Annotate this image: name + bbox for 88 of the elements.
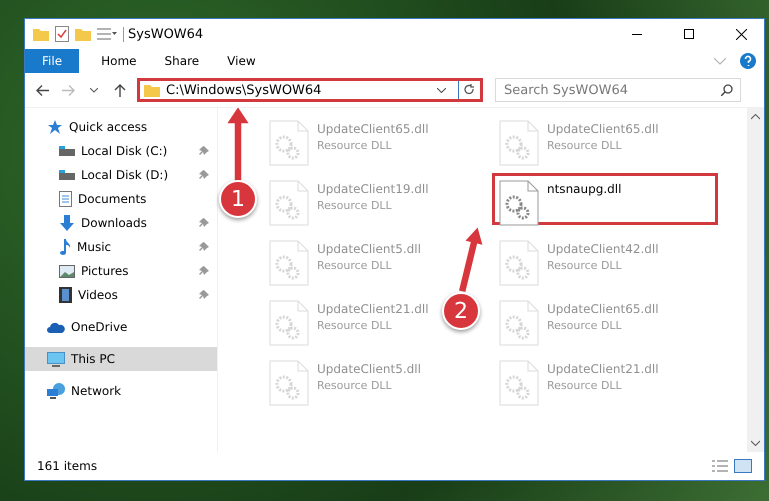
properties-icon bbox=[55, 26, 69, 42]
film-icon bbox=[59, 287, 72, 303]
drive-icon bbox=[59, 146, 75, 156]
sidebar-item[interactable]: OneDrive bbox=[25, 315, 217, 339]
file-name: UpdateClient65.dll bbox=[317, 122, 429, 136]
sidebar-item[interactable]: Quick access bbox=[25, 115, 217, 139]
file-name: UpdateClient65.dll bbox=[547, 122, 659, 136]
pin-icon bbox=[199, 266, 209, 276]
refresh-icon bbox=[464, 84, 475, 96]
scroll-up-icon bbox=[751, 114, 760, 120]
ribbon-tab[interactable]: Share bbox=[150, 49, 214, 73]
sidebar-item[interactable]: Downloads bbox=[25, 211, 217, 235]
picture-icon bbox=[59, 264, 75, 278]
maximize-icon bbox=[684, 29, 694, 39]
pin-icon bbox=[199, 218, 209, 228]
pin-icon bbox=[199, 290, 209, 300]
monitor-icon bbox=[47, 352, 65, 366]
scroll-down-icon bbox=[751, 440, 760, 446]
new-folder-icon bbox=[75, 27, 91, 41]
address-path: C:\Windows\SysWOW64 bbox=[166, 82, 322, 98]
file-name: UpdateClient5.dll bbox=[317, 362, 421, 376]
help-icon bbox=[740, 53, 756, 69]
window-title: SysWOW64 bbox=[123, 26, 608, 42]
sidebar-item[interactable]: Music bbox=[25, 235, 217, 259]
sidebar-item[interactable]: Local Disk (D:) bbox=[25, 163, 217, 187]
file-name: UpdateClient65.dll bbox=[547, 302, 659, 316]
item-count: 161 items bbox=[37, 459, 98, 473]
file-name: UpdateClient21.dll bbox=[547, 362, 659, 376]
gear-file-icon bbox=[269, 180, 309, 226]
sidebar-item[interactable]: Local Disk (C:) bbox=[25, 139, 217, 163]
forward-arrow-icon bbox=[62, 84, 74, 96]
file-type: Resource DLL bbox=[317, 379, 393, 392]
sidebar-item[interactable]: Documents bbox=[25, 187, 217, 211]
ribbon-tab[interactable]: File bbox=[25, 49, 80, 73]
file-name: UpdateClient42.dll bbox=[547, 242, 659, 256]
sidebar-item[interactable]: This PC bbox=[25, 347, 217, 371]
drive-icon bbox=[59, 170, 75, 180]
file-type: Resource DLL bbox=[547, 319, 623, 332]
scrollbar[interactable] bbox=[747, 108, 764, 452]
details-view-icon bbox=[712, 460, 728, 472]
file-type: Resource DLL bbox=[317, 259, 393, 272]
star-icon bbox=[47, 119, 63, 135]
address-field[interactable]: C:\Windows\SysWOW64 bbox=[137, 78, 483, 102]
gear-file-icon bbox=[499, 120, 539, 166]
file-name: UpdateClient21.dll bbox=[317, 302, 429, 316]
chevron-down-icon bbox=[714, 58, 726, 64]
file-type: Resource DLL bbox=[317, 319, 393, 332]
music-note-icon bbox=[59, 239, 71, 255]
dropdown-caret-icon bbox=[437, 88, 446, 92]
folder-icon bbox=[144, 83, 160, 97]
gear-file-icon bbox=[499, 300, 539, 346]
sidebar-item[interactable]: Pictures bbox=[25, 259, 217, 283]
file-type: Resource DLL bbox=[317, 199, 393, 212]
gear-file-icon bbox=[499, 360, 539, 406]
file-type: Resource DLL bbox=[547, 379, 623, 392]
search-field[interactable]: Search SysWOW64 bbox=[495, 78, 741, 102]
gear-file-icon bbox=[499, 240, 539, 286]
customize-toolbar-icon bbox=[97, 27, 117, 41]
file-item[interactable]: ntsnaupg.dll bbox=[492, 173, 718, 225]
pin-icon bbox=[199, 170, 209, 180]
network-icon bbox=[47, 383, 65, 399]
folder-icon bbox=[33, 27, 49, 41]
search-icon bbox=[721, 84, 733, 96]
sidebar-item[interactable]: Network bbox=[25, 379, 217, 403]
gear-file-icon bbox=[269, 360, 309, 406]
file-type: Resource DLL bbox=[547, 139, 623, 152]
pin-icon bbox=[199, 242, 209, 252]
file-name: UpdateClient5.dll bbox=[317, 242, 421, 256]
document-icon bbox=[59, 191, 72, 207]
close-icon bbox=[736, 28, 746, 40]
up-arrow-icon bbox=[114, 84, 126, 96]
gear-file-icon bbox=[499, 180, 539, 226]
sidebar-item[interactable]: Videos bbox=[25, 283, 217, 307]
gear-file-icon bbox=[269, 120, 309, 166]
ribbon-tab[interactable]: View bbox=[213, 49, 270, 73]
gear-file-icon bbox=[269, 240, 309, 286]
pin-icon bbox=[199, 146, 209, 156]
file-name: ntsnaupg.dll bbox=[547, 182, 622, 196]
file-type: Resource DLL bbox=[317, 139, 393, 152]
gear-file-icon bbox=[269, 300, 309, 346]
download-arrow-icon bbox=[59, 215, 75, 231]
caret-icon bbox=[90, 88, 98, 92]
large-icons-view-icon bbox=[734, 459, 752, 473]
back-arrow-icon bbox=[36, 84, 48, 96]
file-type: Resource DLL bbox=[547, 259, 623, 272]
ribbon-tab[interactable]: Home bbox=[87, 49, 151, 73]
cloud-icon bbox=[47, 322, 65, 332]
file-name: UpdateClient19.dll bbox=[317, 182, 429, 196]
